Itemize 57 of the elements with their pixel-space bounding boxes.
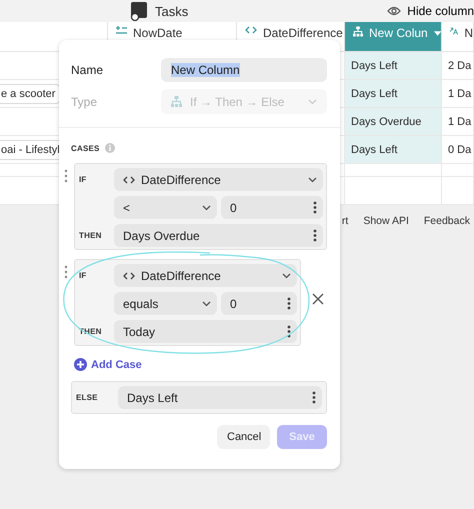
field-select[interactable]: DateDifference xyxy=(114,168,323,191)
dialog-button[interactable]: Cancel xyxy=(217,425,270,449)
condition-label: IF xyxy=(79,271,88,280)
code-icon xyxy=(123,176,135,184)
text-type-icon xyxy=(450,26,458,36)
chevron-down-icon xyxy=(202,300,211,306)
branch-icon xyxy=(353,26,364,37)
condition-label: ELSE xyxy=(76,393,99,402)
chevron-down-icon xyxy=(202,204,211,210)
more-icon[interactable] xyxy=(313,229,317,242)
footer-link[interactable]: Show API xyxy=(363,215,409,227)
chevron-down-icon xyxy=(282,272,291,278)
app-title: Tasks xyxy=(155,4,188,18)
more-icon[interactable] xyxy=(312,391,316,404)
code-icon xyxy=(245,26,257,34)
table-cell: 1 Da xyxy=(442,108,474,136)
info-icon xyxy=(104,143,115,153)
empty-cell xyxy=(442,164,474,177)
value-field[interactable]: 0 xyxy=(221,292,297,315)
caret-icon xyxy=(434,31,441,36)
column-header[interactable]: N xyxy=(442,22,474,52)
table-cell: Days Overdue xyxy=(345,108,442,136)
hide-columns-button[interactable]: Hide column xyxy=(387,4,474,18)
table-cell: Days Left xyxy=(345,136,442,164)
more-icon[interactable] xyxy=(287,297,291,310)
footer-link[interactable]: Feedback xyxy=(424,215,470,227)
operator-select[interactable]: < xyxy=(114,196,217,219)
table-cell: 1 Da xyxy=(442,80,474,108)
field-label: Name xyxy=(71,63,104,77)
table-cell: Days Left xyxy=(345,80,442,108)
code-icon xyxy=(123,272,135,280)
field-label: Type xyxy=(71,94,98,108)
table-cell: Days Left xyxy=(345,52,442,80)
condition-label: THEN xyxy=(79,231,103,240)
more-icon[interactable] xyxy=(287,325,291,338)
plus-circle-icon xyxy=(74,358,87,371)
operator-select[interactable]: equals xyxy=(114,292,217,315)
name-field[interactable]: New Column xyxy=(161,58,327,82)
eye-icon xyxy=(387,6,402,16)
close-icon xyxy=(311,292,325,306)
result-field[interactable]: Today xyxy=(114,320,297,343)
field-select[interactable]: DateDifference xyxy=(114,264,297,287)
section-label: CASES xyxy=(71,144,100,152)
result-field[interactable]: Days Overdue xyxy=(114,224,323,247)
result-field[interactable]: Days Left xyxy=(118,386,322,409)
close-button[interactable] xyxy=(311,292,325,306)
condition-label: IF xyxy=(79,175,88,184)
footer-link[interactable]: rt xyxy=(342,215,348,227)
more-icon[interactable] xyxy=(313,201,317,214)
plus-minus-icon xyxy=(116,26,127,35)
chevron-down-icon xyxy=(308,98,317,104)
table-cell: 2 Da xyxy=(442,52,474,80)
add-case-link[interactable]: Add Case xyxy=(74,358,142,371)
chevron-down-icon xyxy=(308,176,317,182)
value-field[interactable]: 0 xyxy=(221,196,323,219)
branch-icon xyxy=(171,96,182,107)
table-cell: 0 Da xyxy=(442,136,474,164)
